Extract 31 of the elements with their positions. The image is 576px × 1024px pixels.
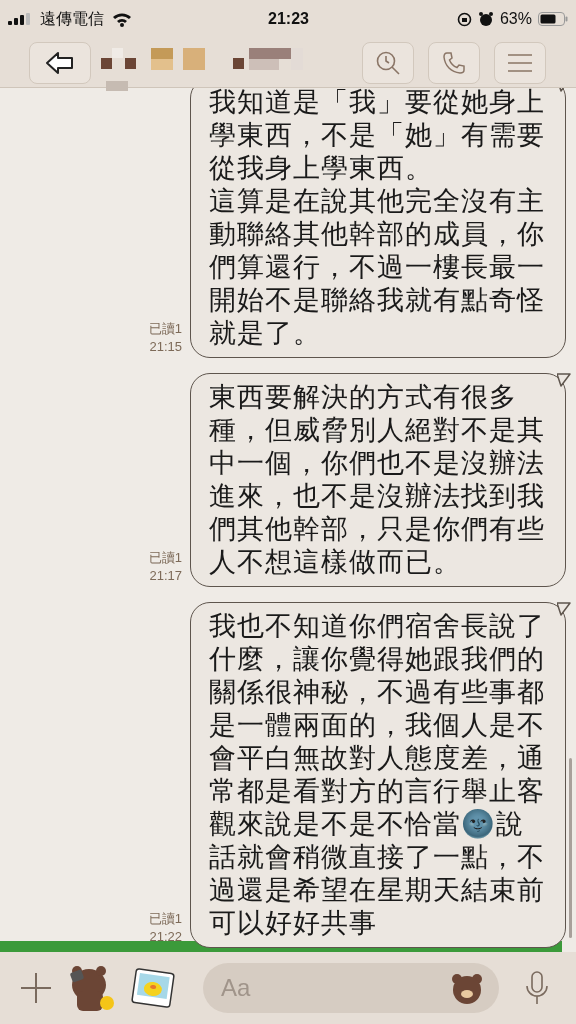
wifi-icon (112, 11, 132, 27)
message-input-field[interactable]: Aa (203, 963, 499, 1013)
read-receipt: 已讀1 (148, 549, 182, 567)
back-button[interactable] (29, 41, 91, 84)
microphone-icon[interactable] (525, 971, 549, 1005)
menu-button[interactable] (494, 41, 546, 84)
message-text: 我知道是「我」要從她身上學東西，不是「她」有需要從我身上學東西。 (209, 88, 546, 185)
battery-percent: 63% (499, 9, 532, 29)
message-time: 21:17 (149, 567, 182, 585)
message-time: 21:15 (149, 338, 182, 356)
menu-icon (508, 52, 532, 73)
battery-icon (538, 12, 568, 26)
call-button[interactable] (428, 41, 480, 84)
photo-icon[interactable] (131, 968, 175, 1008)
status-time: 21:23 (268, 9, 309, 29)
search-icon (375, 49, 401, 76)
back-arrow-icon (45, 50, 75, 75)
message-time: 21:22 (149, 928, 182, 946)
chat-history-search-button[interactable] (362, 41, 414, 84)
message-text: 我也不知道你們宿舍長說了什麼，讓你覺得她跟我們的關係很神秘，不過有些事都是一體兩面的，我個人是不會平白無故對人態度差，通常都是看對方的言行舉止客觀來說是不是不恰當🌚說話就會稍微直接了一點，不過還是希望在星期天結束前可以好好共事 (209, 610, 546, 940)
message-text: 東西要解決的方式有很多種，但威脅別人絕對不是其中一個，你們也不是沒辦法進來，也不是沒辦法找到我們其他幹部，只是你們有些人不想這樣做而已。 (209, 381, 546, 579)
rotation-lock-icon (456, 11, 472, 27)
message-text: 這算是在說其他完全沒有主動聯絡其他幹部的成員，你們算還行，不過一樓長最一開始不是聯絡我就有點奇怪就是了。 (209, 185, 546, 350)
carrier-name: 遠傳電信 (40, 9, 104, 29)
read-receipt: 已讀1 (148, 320, 182, 338)
alarm-icon (477, 11, 494, 27)
emoji-icon[interactable] (451, 972, 483, 1004)
read-receipt: 已讀1 (148, 910, 182, 928)
sticker-icon[interactable] (69, 965, 117, 1011)
plus-icon[interactable] (20, 972, 52, 1004)
phone-icon (442, 50, 466, 75)
